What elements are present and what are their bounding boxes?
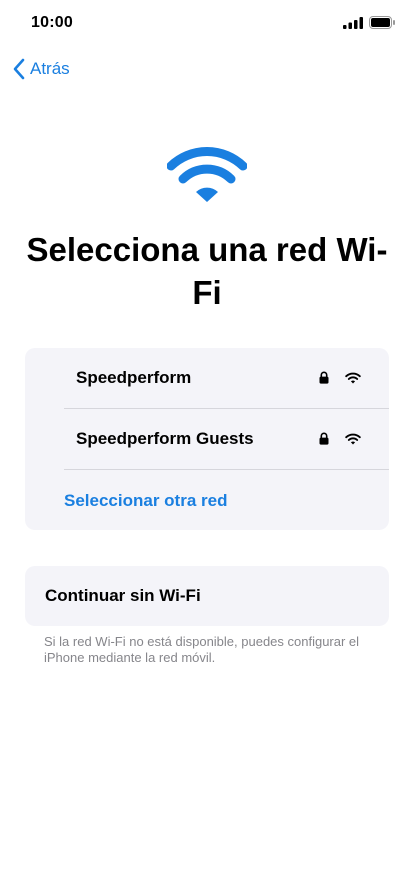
network-row-speedperform[interactable]: Speedperform	[25, 348, 389, 408]
choose-other-network-link[interactable]: Seleccionar otra red	[64, 491, 227, 511]
divider	[64, 469, 389, 470]
back-button[interactable]: Atrás	[12, 58, 70, 80]
lock-icon	[319, 371, 329, 384]
status-bar: 10:00	[0, 0, 414, 44]
cellular-signal-icon	[343, 16, 363, 29]
continue-without-wifi-button[interactable]: Continuar sin Wi-Fi	[25, 566, 389, 626]
page-title: Selecciona una red Wi-Fi	[26, 231, 388, 311]
network-name: Speedperform	[76, 368, 192, 387]
wifi-icon	[167, 147, 247, 202]
status-time: 10:00	[31, 14, 73, 31]
wifi-setup-screen: 10:00 Atrás Selecciona una red Wi-Fi Spe…	[0, 0, 414, 896]
continue-without-wifi-label: Continuar sin Wi-Fi	[45, 586, 201, 605]
lock-icon	[319, 432, 329, 445]
network-icons	[319, 371, 361, 384]
status-icons	[343, 16, 396, 29]
chevron-left-icon	[13, 58, 25, 80]
wifi-signal-icon	[345, 372, 361, 383]
battery-icon	[369, 16, 395, 29]
footnote: Si la red Wi-Fi no está disponible, pued…	[44, 634, 360, 665]
wifi-signal-icon	[345, 433, 361, 444]
network-name: Speedperform Guests	[76, 429, 254, 448]
network-list: Speedperform Speedperform Guests Selecci…	[25, 348, 389, 530]
back-label: Atrás	[30, 59, 70, 78]
network-row-speedperform-guests[interactable]: Speedperform Guests	[25, 409, 389, 469]
network-icons	[319, 432, 361, 445]
